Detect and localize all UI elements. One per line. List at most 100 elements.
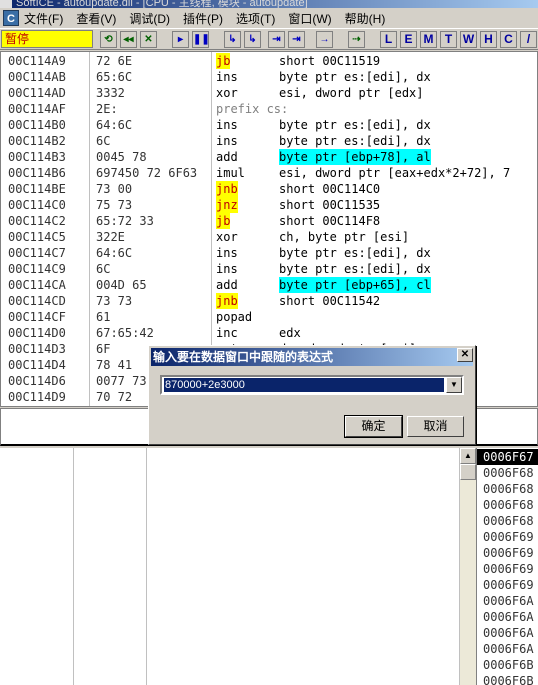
disasm-hex: 61 — [96, 310, 111, 324]
disasm-address: 00C114AB — [8, 70, 66, 84]
disasm-row[interactable]: 00C114CD 73 73 jnb short 00C11542 — [1, 293, 537, 309]
system-menu-icon[interactable]: C — [3, 10, 19, 26]
expression-input[interactable] — [164, 378, 444, 392]
stack-row[interactable]: 0006F68 — [477, 465, 538, 481]
memory-window-button[interactable]: M — [420, 31, 437, 48]
disasm-hex: 2E: — [96, 102, 118, 116]
disasm-row[interactable]: 00C114B2 6C ins byte ptr es:[edi], dx — [1, 133, 537, 149]
disasm-row[interactable]: 00C114D0 67:65:42 inc edx — [1, 325, 537, 341]
menu-debug[interactable]: 调试(D) — [129, 10, 170, 27]
disasm-row[interactable]: 00C114A9 72 6E jb short 00C11519 — [1, 53, 537, 69]
patches-window-button[interactable]: / — [520, 31, 537, 48]
expression-combobox[interactable]: ▼ — [160, 375, 464, 395]
cpu-window-button[interactable]: C — [500, 31, 517, 48]
disasm-row[interactable]: 00C114BE 73 00 jnb short 00C114C0 — [1, 181, 537, 197]
toolbar: 暂停 ⟲ ◂◂ ✕ ▸ ❚❚ ↳ ↳ ⇥ ⇥ → ⇢ L E M T W H C… — [0, 28, 538, 50]
disasm-hex: 6C — [96, 134, 111, 148]
stack-row[interactable]: 0006F68 — [477, 481, 538, 497]
disasm-operand: byte ptr es:[edi], dx — [279, 262, 431, 276]
stack-row[interactable]: 0006F69 — [477, 561, 538, 577]
app-icon — [0, 0, 12, 8]
stack-row[interactable]: 0006F6A — [477, 641, 538, 657]
disasm-hex: 72 6E — [96, 54, 133, 68]
disasm-address: 00C114C7 — [8, 246, 66, 260]
stack-row[interactable]: 0006F69 — [477, 529, 538, 545]
cancel-button[interactable]: 取消 — [407, 416, 464, 437]
stack-row[interactable]: 0006F68 — [477, 513, 538, 529]
trace-over-button[interactable]: ⇥ — [288, 31, 305, 48]
disasm-row[interactable]: 00C114C7 64:6C ins byte ptr es:[edi], dx — [1, 245, 537, 261]
chevron-down-icon[interactable]: ▼ — [446, 377, 462, 393]
disasm-row[interactable]: 00C114C2 65:72 33 jb short 00C114F8 — [1, 213, 537, 229]
stack-row[interactable]: 0006F67 — [477, 449, 538, 465]
stack-row[interactable]: 0006F68 — [477, 497, 538, 513]
scroll-up-icon[interactable]: ▲ — [460, 448, 476, 464]
title-bar: SoftICE - autoupdate.dll - [CPU - 主线程, 模… — [0, 0, 538, 8]
menu-help[interactable]: 帮助(H) — [345, 10, 386, 27]
trace-into-button[interactable]: ⇥ — [268, 31, 285, 48]
stack-row[interactable]: 0006F6B — [477, 657, 538, 673]
restart-button[interactable]: ⟲ — [100, 31, 117, 48]
disasm-row[interactable]: 00C114B3 0045 78 add byte ptr [ebp+78], al — [1, 149, 537, 165]
threads-window-button[interactable]: T — [440, 31, 457, 48]
menu-options[interactable]: 选项(T) — [236, 10, 275, 27]
pause-button[interactable]: ❚❚ — [192, 31, 210, 48]
stack-row[interactable]: 0006F6A — [477, 609, 538, 625]
disasm-hex: 73 00 — [96, 182, 133, 196]
disasm-row[interactable]: 00C114CF 61 popad — [1, 309, 537, 325]
disasm-mnemonic: add — [216, 150, 238, 164]
menu-window[interactable]: 窗口(W) — [288, 10, 331, 27]
disasm-row[interactable]: 00C114AB 65:6C ins byte ptr es:[edi], dx — [1, 69, 537, 85]
disasm-hex: 65:72 33 — [96, 214, 154, 228]
disasm-row[interactable]: 00C114CA 004D 65 add byte ptr [ebp+65], cl — [1, 277, 537, 293]
stack-row[interactable]: 0006F6B — [477, 673, 538, 685]
disasm-hex: 3332 — [96, 86, 125, 100]
disasm-address: 00C114D3 — [8, 342, 66, 356]
handles-window-button[interactable]: H — [480, 31, 497, 48]
run-button[interactable]: ▸ — [172, 31, 189, 48]
disasm-row[interactable]: 00C114B6 697450 72 6F63 imul esi, dword ptr… — [1, 165, 537, 181]
windows-window-button[interactable]: W — [460, 31, 477, 48]
stack-row[interactable]: 0006F6A — [477, 625, 538, 641]
dump-scrollbar[interactable]: ▲ — [459, 448, 476, 685]
close-icon[interactable]: ✕ — [457, 348, 473, 362]
stack-row[interactable]: 0006F6A — [477, 593, 538, 609]
disasm-operand: esi, dword ptr [eax+edx*2+72], 7 — [279, 166, 511, 180]
stack-row[interactable]: 0006F69 — [477, 577, 538, 593]
close-button[interactable]: ◂◂ — [120, 31, 137, 48]
disasm-operand: byte ptr es:[edi], dx — [279, 118, 431, 132]
disasm-address: 00C114D9 — [8, 390, 66, 404]
stop-button[interactable]: ✕ — [140, 31, 157, 48]
disasm-address: 00C114B6 — [8, 166, 66, 180]
execute-till-return-button[interactable]: → — [316, 31, 333, 48]
disasm-hex: 697450 72 6F63 — [96, 166, 198, 180]
goto-button[interactable]: ⇢ — [348, 31, 365, 48]
disasm-row[interactable]: 00C114C9 6C ins byte ptr es:[edi], dx — [1, 261, 537, 277]
step-over-button[interactable]: ↳ — [244, 31, 261, 48]
ok-button[interactable]: 确定 — [345, 416, 402, 437]
disasm-row[interactable]: 00C114C5 322E xor ch, byte ptr [esi] — [1, 229, 537, 245]
scroll-thumb[interactable] — [460, 464, 476, 480]
disasm-mnemonic: jnz — [216, 197, 238, 213]
disasm-mnemonic: jb — [216, 53, 231, 69]
disasm-mnemonic: ins — [216, 134, 238, 148]
disasm-row[interactable]: 00C114B0 64:6C ins byte ptr es:[edi], dx — [1, 117, 537, 133]
disasm-row[interactable]: 00C114C0 75 73 jnz short 00C11535 — [1, 197, 537, 213]
menu-view[interactable]: 查看(V) — [76, 10, 116, 27]
menu-file[interactable]: 文件(F) — [24, 10, 63, 27]
log-window-button[interactable]: L — [380, 31, 397, 48]
step-into-button[interactable]: ↳ — [224, 31, 241, 48]
disasm-row[interactable]: 00C114AF 2E: prefix cs: — [1, 101, 537, 117]
disasm-hex: 67:65:42 — [96, 326, 154, 340]
disasm-mnemonic: xor — [216, 230, 238, 244]
disasm-hex: 0045 78 — [96, 150, 147, 164]
disasm-address: 00C114C9 — [8, 262, 66, 276]
stack-row[interactable]: 0006F69 — [477, 545, 538, 561]
menu-plugins[interactable]: 插件(P) — [183, 10, 223, 27]
dump-pane[interactable] — [0, 448, 476, 685]
disasm-operand: short 00C11535 — [279, 198, 381, 212]
stack-pane[interactable]: 0006F67 0006F68 0006F68 0006F68 0006F68 0006F… — [476, 448, 538, 685]
disasm-address: 00C114CA — [8, 278, 66, 292]
disasm-row[interactable]: 00C114AD 3332 xor esi, dword ptr [edx] — [1, 85, 537, 101]
modules-window-button[interactable]: E — [400, 31, 417, 48]
